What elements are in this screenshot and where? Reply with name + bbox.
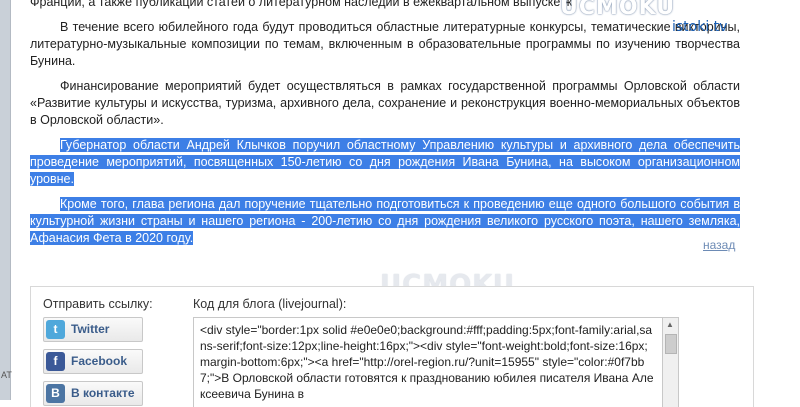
facebook-label: Facebook — [71, 354, 128, 368]
vkontakte-label: В контакте — [71, 386, 135, 400]
facebook-icon: f — [46, 352, 65, 371]
article-paragraph-4-selected: Губернатор области Андрей Клычков поручи… — [30, 137, 740, 188]
twitter-icon: t — [46, 320, 65, 339]
facebook-button[interactable]: f Facebook — [43, 349, 143, 374]
watermark-logo-top: UCMOKU — [560, 0, 676, 20]
code-scrollbar[interactable]: ▲ — [663, 317, 679, 407]
twitter-button[interactable]: t Twitter — [43, 317, 143, 342]
article-paragraph-3: Финансирование мероприятий будет осущест… — [30, 79, 740, 127]
watermark-site: istoki.tv — [672, 19, 728, 35]
twitter-label: Twitter — [71, 322, 110, 336]
share-title: Отправить ссылку: — [43, 297, 153, 311]
selected-text-1[interactable]: Губернатор области Андрей Клычков поручи… — [30, 138, 740, 186]
left-window-edge: AT — [0, 0, 12, 400]
blog-code-textarea[interactable]: <div style="border:1px solid #e0e0e0;bac… — [193, 317, 663, 407]
scroll-up-icon[interactable]: ▲ — [666, 320, 674, 329]
selected-text-2[interactable]: Кроме того, глава региона дал поручение … — [30, 197, 740, 245]
edge-letter: AT — [1, 370, 12, 380]
vkontakte-icon: B — [46, 384, 65, 403]
back-link[interactable]: назад — [703, 238, 735, 252]
article-paragraph-5-selected: Кроме того, глава региона дал поручение … — [30, 196, 740, 247]
share-panel: Отправить ссылку: t Twitter f Facebook B… — [30, 286, 754, 407]
article-paragraph-2: В течение всего юбилейного года будут пр… — [30, 20, 740, 68]
vkontakte-button[interactable]: B В контакте — [43, 381, 143, 406]
article-body: Франции, а также публикации статей о лит… — [30, 0, 740, 255]
scroll-thumb[interactable] — [665, 334, 677, 354]
blog-code-title: Код для блога (livejournal): — [193, 297, 347, 311]
